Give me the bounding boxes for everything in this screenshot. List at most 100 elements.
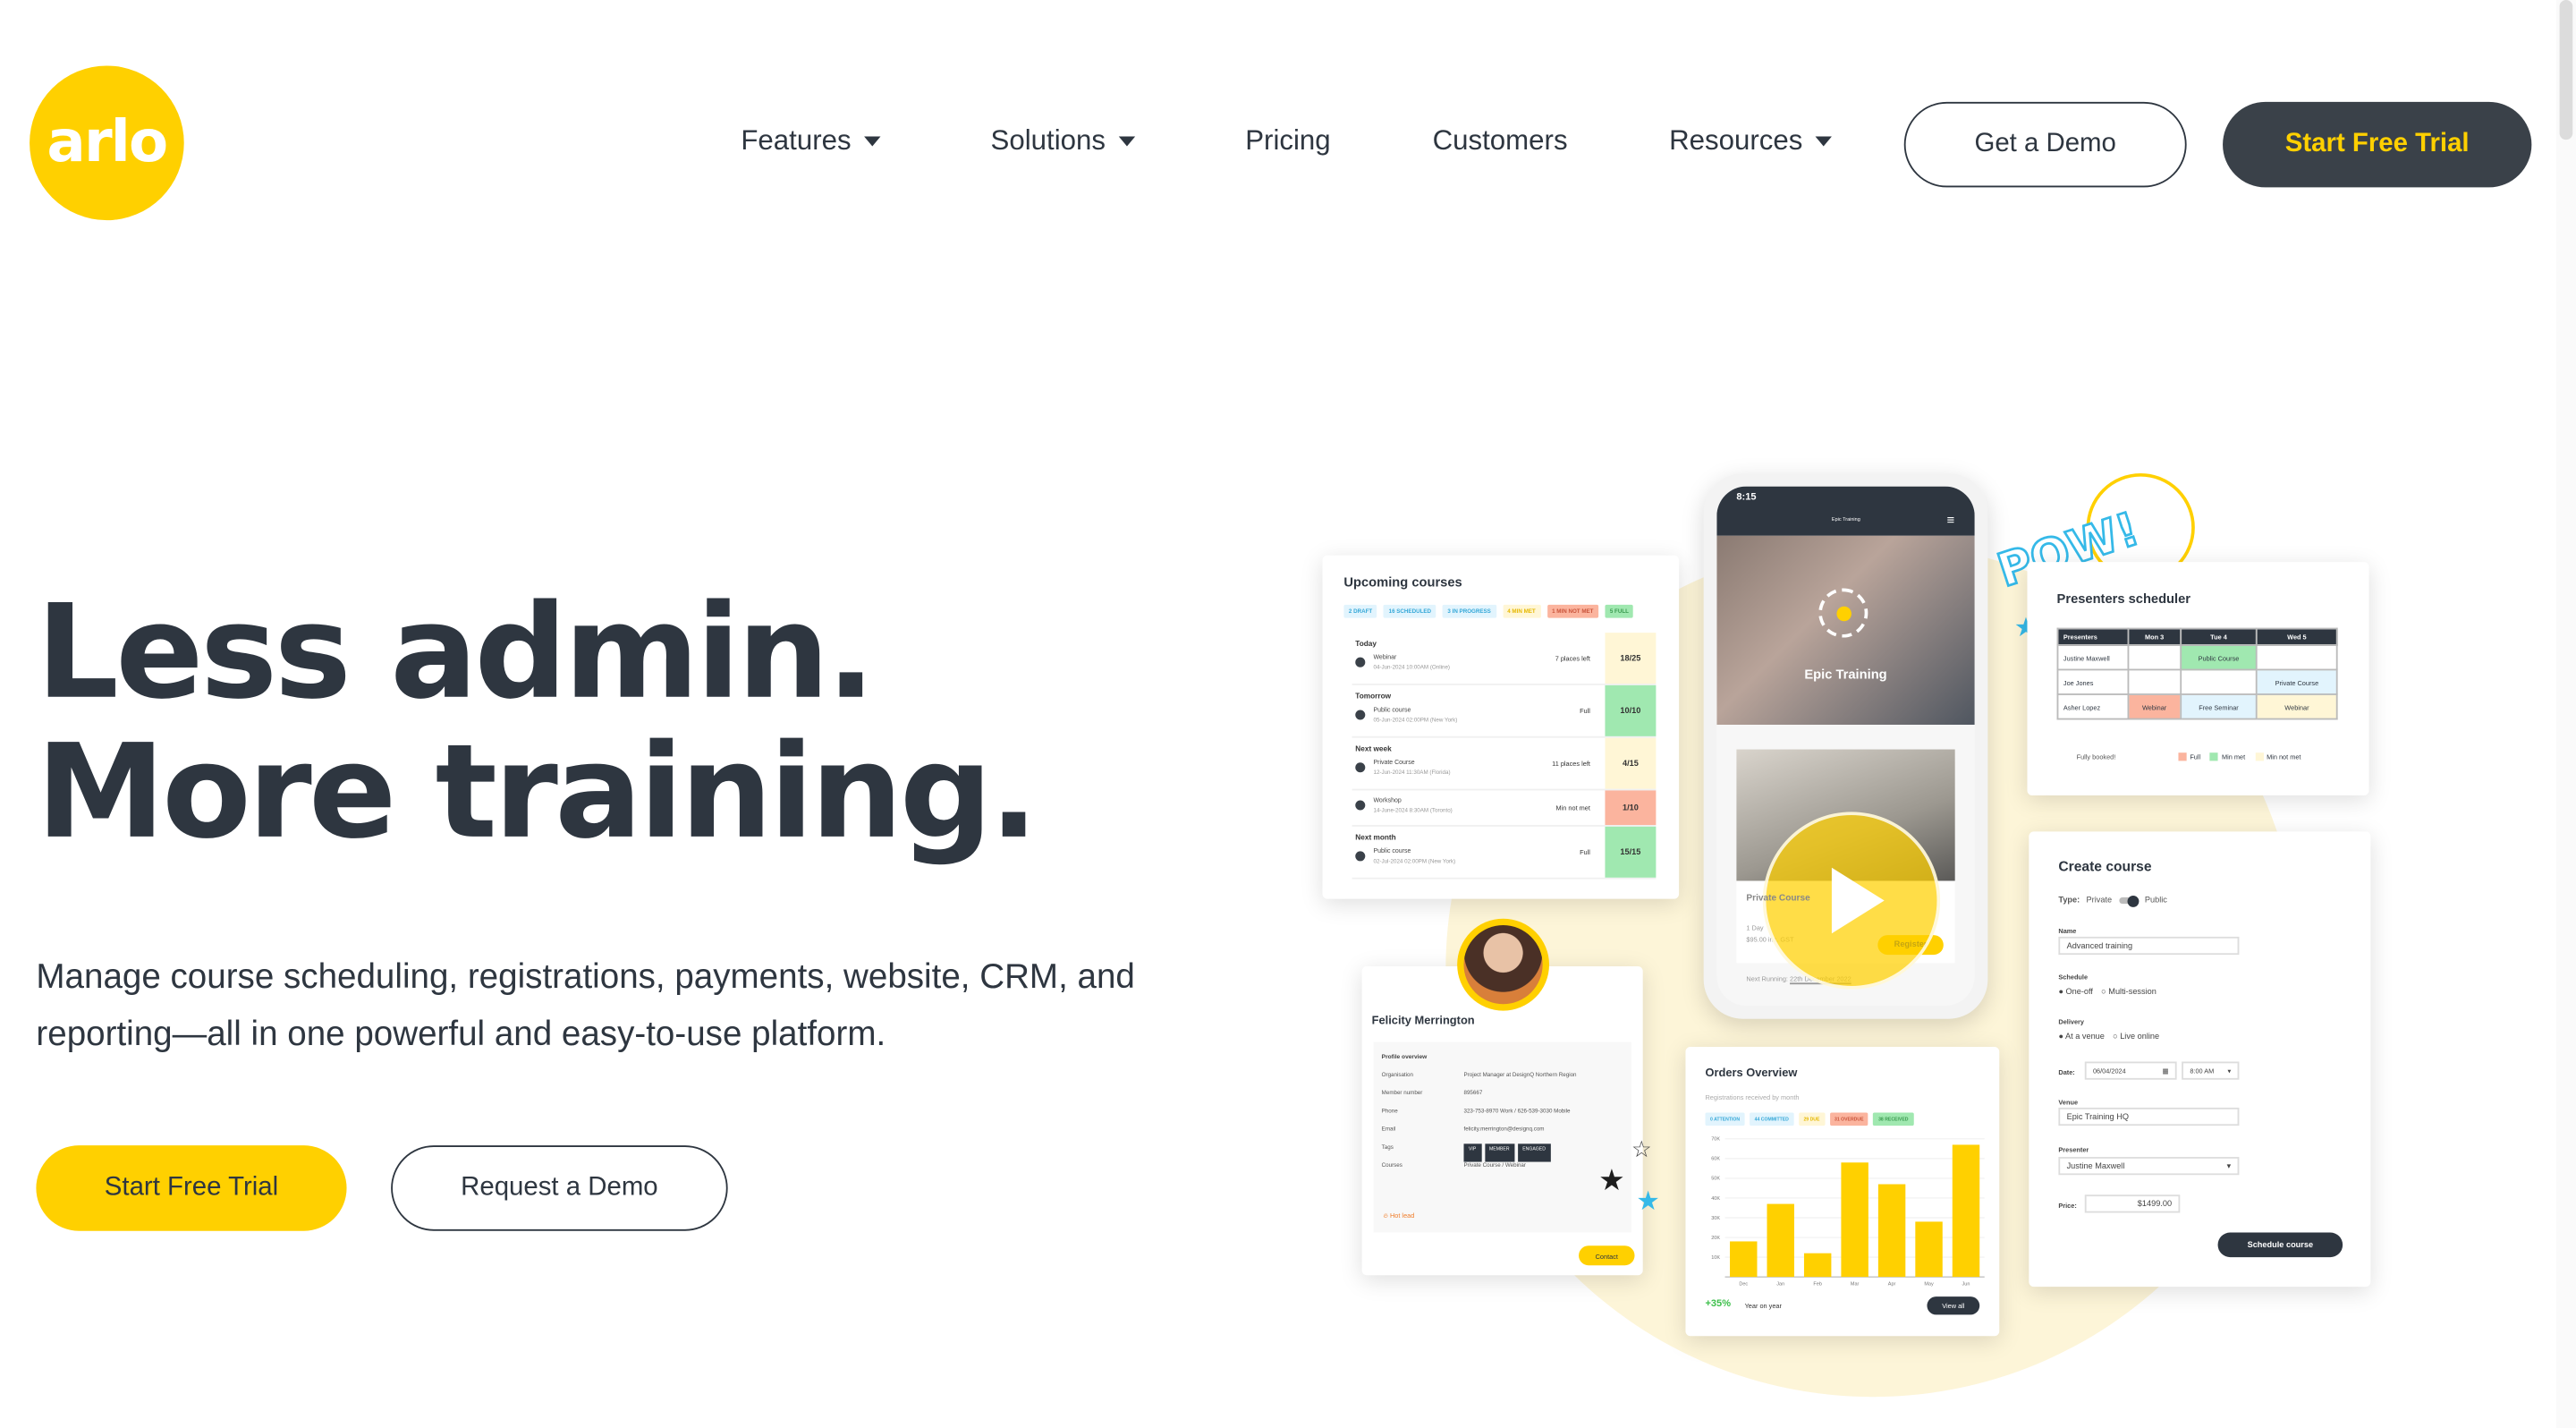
schedule-slot[interactable]: Webinar — [2127, 693, 2182, 720]
radio-multi-session[interactable]: ○ Multi-session — [2101, 988, 2157, 998]
course-datetime: 05-Jun-2024 02:00PM (New York) — [1373, 716, 1458, 724]
price-input[interactable]: $1499.00 — [2084, 1194, 2181, 1213]
schedule-slot[interactable] — [2256, 643, 2338, 671]
view-all-button[interactable]: View all — [1927, 1296, 1980, 1315]
get-demo-button[interactable]: Get a Demo — [1903, 101, 2187, 188]
calendar-icon: ▦ — [2162, 1067, 2169, 1075]
course-row[interactable]: Workshop 14-June-2024 8:30AM (Toronto) Min… — [1352, 790, 1657, 827]
scheduler-row: Asher Lopez Webinar Free Seminar Webinar — [2056, 693, 2338, 720]
calendar-icon — [1355, 710, 1366, 720]
order-chip[interactable]: 38 RECEIVED — [1873, 1112, 1913, 1126]
course-row[interactable]: Next month Public course 02-Jul-2024 02:00… — [1352, 826, 1657, 880]
nav-features[interactable]: Features — [741, 125, 881, 158]
play-icon — [1831, 867, 1885, 934]
flame-icon: 🔥︎ — [1383, 1211, 1388, 1220]
scheduler-header: Mon 3 — [2127, 627, 2182, 646]
request-demo-button[interactable]: Request a Demo — [391, 1145, 728, 1231]
schedule-slot[interactable]: Free Seminar — [2179, 693, 2258, 720]
course-datetime: 14-June-2024 8:30AM (Toronto) — [1373, 806, 1453, 814]
x-tick-label: Dec — [1739, 1281, 1748, 1287]
radio-live-online[interactable]: ○ Live online — [2113, 1032, 2159, 1041]
field-key: Email — [1381, 1126, 1396, 1133]
status-chip[interactable]: 2 DRAFT — [1343, 604, 1377, 618]
profile-name: Felicity Merrington — [1371, 1016, 1475, 1027]
start-free-trial-button[interactable]: Start Free Trial — [36, 1145, 347, 1231]
fully-booked-note: Fully booked! — [2076, 752, 2116, 761]
course-capacity: 15/15 — [1605, 826, 1657, 878]
course-capacity: 1/10 — [1605, 790, 1657, 826]
profile-field: Organisation Project Manager at DesignQ N… — [1382, 1072, 1625, 1090]
bar-may — [1915, 1221, 1943, 1278]
order-chip[interactable]: 29 DUE — [1798, 1112, 1825, 1126]
nav-customers[interactable]: Customers — [1433, 125, 1568, 158]
venue-input[interactable]: Epic Training HQ — [2058, 1107, 2240, 1126]
status-chip[interactable]: 1 MIN NOT MET — [1546, 604, 1598, 618]
field-key: Tags — [1381, 1143, 1394, 1151]
schedule-slot[interactable]: Public Course — [2179, 643, 2258, 671]
radio-one-off[interactable]: ● One-off — [2058, 988, 2093, 998]
course-group-label: Next week — [1355, 744, 1392, 753]
calendar-icon — [1355, 851, 1366, 862]
upcoming-list: Today Webinar 04-Jun-2024 10:00AM (Online)… — [1352, 633, 1657, 880]
schedule-course-button[interactable]: Schedule course — [2217, 1232, 2343, 1258]
next-running-label: Next Running: — [1746, 974, 1788, 983]
price-label: Price: — [2058, 1201, 2077, 1210]
date-input[interactable]: 06/04/2024 ▦ — [2084, 1061, 2177, 1080]
schedule-slot[interactable]: Webinar — [2256, 693, 2338, 720]
field-value: 323-753-8970 Work / 626-539-3030 Mobile — [1463, 1107, 1571, 1115]
status-chip[interactable]: 5 FULL — [1605, 604, 1634, 618]
status-chip[interactable]: 16 SCHEDULED — [1384, 604, 1436, 618]
order-chip[interactable]: 0 ATTENTION — [1705, 1112, 1745, 1126]
course-status: Full — [1580, 705, 1590, 715]
schedule-slot[interactable] — [2127, 643, 2182, 671]
schedule-slot[interactable]: Private Course — [2256, 668, 2338, 695]
bar-feb — [1803, 1253, 1832, 1278]
course-name: Public course — [1373, 706, 1411, 714]
scrollbar-thumb[interactable] — [2559, 0, 2573, 140]
x-tick-label: Jan — [1776, 1281, 1784, 1287]
radio-at-venue[interactable]: ● At a venue — [2058, 1032, 2105, 1041]
tag-badge: MEMBER — [1484, 1143, 1515, 1162]
calendar-icon — [1355, 762, 1366, 773]
x-tick-label: Feb — [1813, 1281, 1821, 1287]
scheduler-header: Presenters — [2056, 627, 2130, 646]
order-chip[interactable]: 44 COMMITTED — [1750, 1112, 1794, 1126]
order-chip[interactable]: 31 OVERDUE — [1829, 1112, 1869, 1126]
menu-icon[interactable]: ≡ — [1946, 513, 1954, 528]
scheduler-header: Wed 5 — [2256, 627, 2338, 646]
profile-field: Member number 895667 — [1382, 1090, 1625, 1108]
hero-headline-line1: Less admin. — [36, 576, 876, 728]
contact-button[interactable]: Contact — [1579, 1245, 1635, 1266]
time-select[interactable]: 8:00 AM ▾ — [2182, 1061, 2240, 1080]
type-public: Public — [2144, 896, 2167, 906]
type-toggle[interactable] — [2118, 895, 2139, 906]
scheduler-row: Justine Maxwell Public Course — [2056, 643, 2338, 671]
phone-hero-title: Epic Training — [1804, 667, 1887, 683]
course-row[interactable]: Next week Private Course 12-Jun-2024 11:30… — [1352, 737, 1657, 791]
caret-down-icon — [864, 136, 881, 147]
status-chip[interactable]: 3 IN PROGRESS — [1442, 604, 1496, 618]
nav-solutions[interactable]: Solutions — [991, 125, 1136, 158]
legend-swatch — [2178, 752, 2187, 761]
course-row[interactable]: Today Webinar 04-Jun-2024 10:00AM (Online)… — [1352, 633, 1657, 685]
legend-label: Full — [2190, 752, 2201, 761]
start-free-trial-header-button[interactable]: Start Free Trial — [2223, 101, 2532, 188]
scrollbar[interactable] — [2555, 0, 2576, 1428]
y-tick-label: 50K — [1711, 1177, 1720, 1182]
field-key: Phone — [1381, 1107, 1398, 1115]
arlo-logo[interactable]: arlo — [30, 65, 184, 221]
schedule-slot[interactable] — [2179, 668, 2258, 695]
presenter-select[interactable]: Justine Maxwell ▾ — [2058, 1157, 2240, 1176]
course-name-input[interactable]: Advanced training — [2058, 936, 2240, 956]
profile-card: Felicity Merrington Profile overview Org… — [1361, 965, 1643, 1276]
field-value: Project Manager at DesignQ Northern Regi… — [1463, 1071, 1577, 1078]
profile-field: Tags VIP MEMBER ENGAGED — [1381, 1143, 1625, 1162]
nav-resources[interactable]: Resources — [1669, 125, 1833, 158]
status-chip[interactable]: 4 MIN MET — [1502, 604, 1541, 618]
course-name: Private Course — [1373, 759, 1415, 766]
schedule-slot[interactable] — [2127, 668, 2182, 695]
y-tick-label: 30K — [1711, 1216, 1720, 1221]
course-row[interactable]: Tomorrow Public course 05-Jun-2024 02:00PM… — [1352, 684, 1657, 738]
bar-jan — [1767, 1203, 1794, 1278]
nav-pricing[interactable]: Pricing — [1245, 125, 1330, 158]
